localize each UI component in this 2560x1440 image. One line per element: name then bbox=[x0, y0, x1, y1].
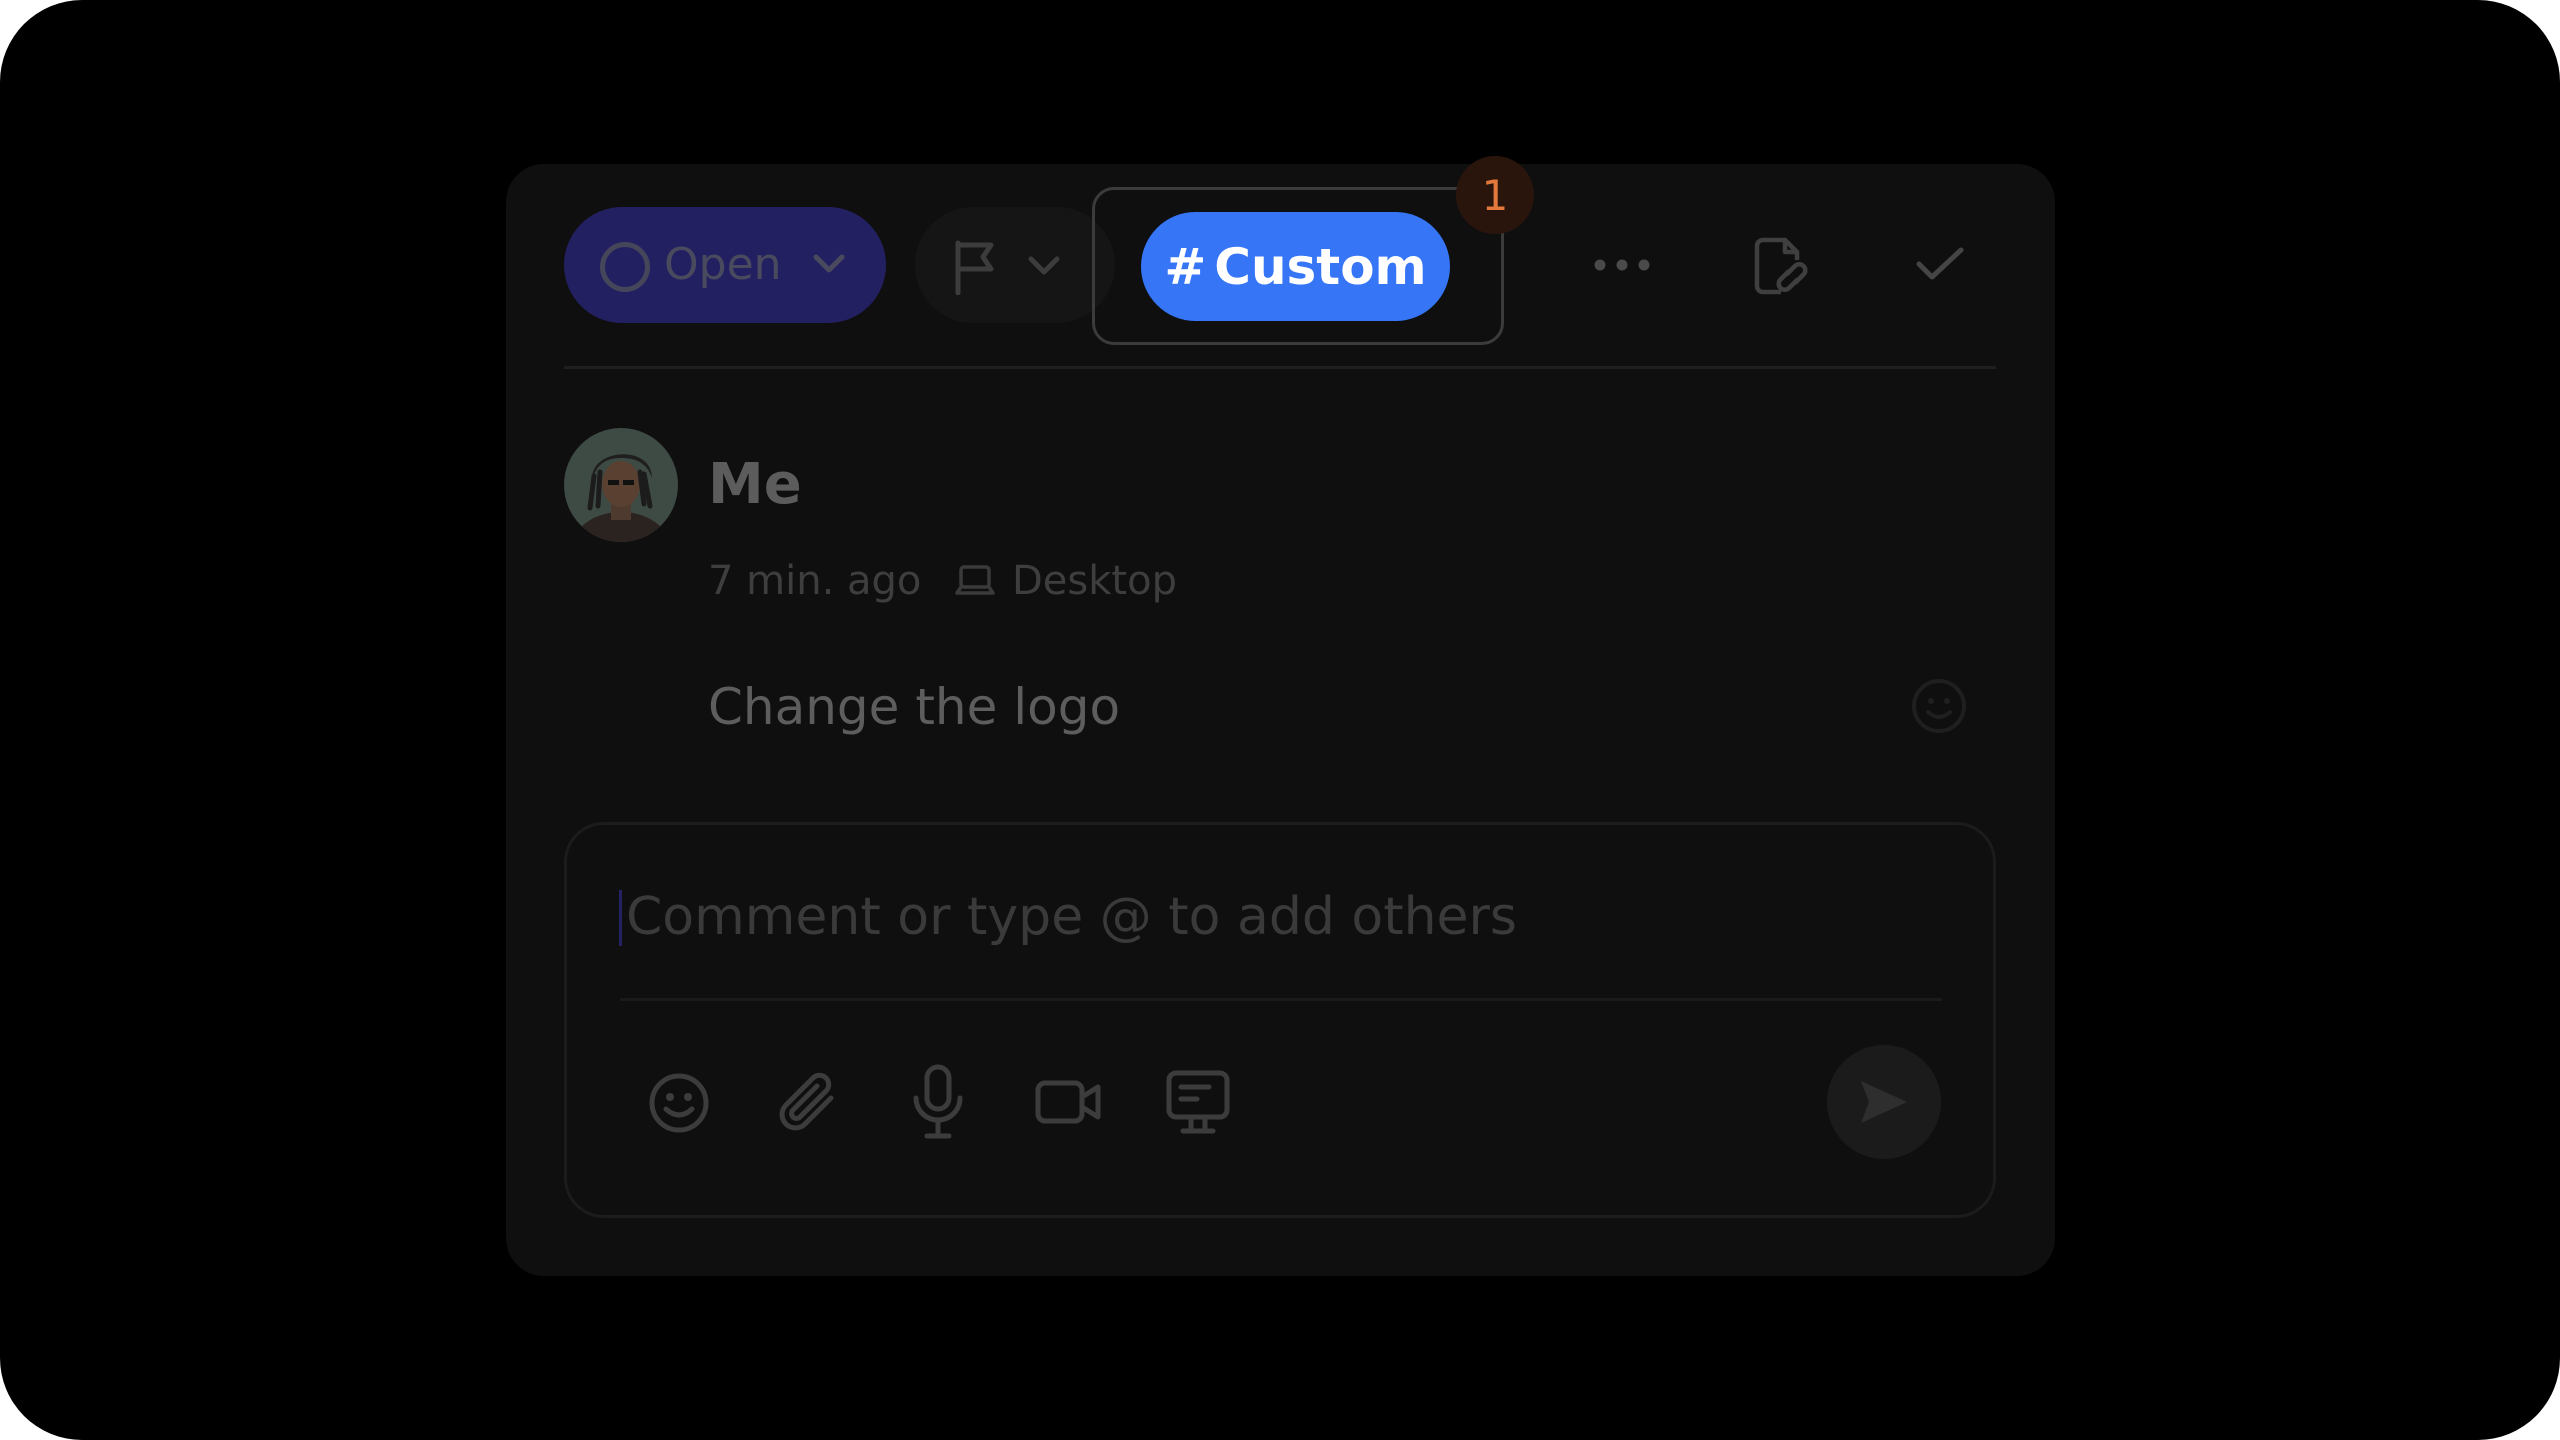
status-dropdown[interactable]: Open bbox=[564, 207, 886, 323]
microphone-icon[interactable] bbox=[911, 1064, 965, 1140]
comment-author: Me bbox=[708, 452, 802, 517]
composer-divider bbox=[620, 998, 1942, 1001]
emoji-icon[interactable] bbox=[647, 1071, 711, 1135]
custom-label: Custom bbox=[1214, 237, 1427, 296]
chevron-down-icon bbox=[1028, 256, 1060, 275]
step-badge: 1 bbox=[1456, 156, 1534, 234]
check-icon[interactable] bbox=[1915, 244, 1965, 284]
flag-icon bbox=[955, 240, 994, 295]
chevron-down-icon bbox=[813, 254, 845, 273]
avatar bbox=[564, 428, 678, 542]
attachment-icon[interactable] bbox=[775, 1068, 841, 1136]
comment-time: 7 min. ago bbox=[708, 558, 922, 604]
status-label: Open bbox=[664, 239, 782, 290]
send-button[interactable] bbox=[1827, 1045, 1941, 1159]
comment-text: Change the logo bbox=[708, 678, 1121, 736]
laptop-icon bbox=[955, 565, 995, 595]
comment-device: Desktop bbox=[1012, 558, 1177, 604]
video-icon[interactable] bbox=[1034, 1077, 1104, 1127]
comment-input[interactable] bbox=[626, 880, 1926, 954]
hash-icon: # bbox=[1164, 237, 1207, 296]
custom-field-button[interactable]: # Custom bbox=[1141, 212, 1450, 321]
send-icon bbox=[1861, 1081, 1907, 1123]
text-caret bbox=[619, 890, 622, 946]
more-icon[interactable] bbox=[1592, 250, 1652, 280]
priority-dropdown[interactable] bbox=[915, 207, 1115, 323]
toolbar-divider bbox=[564, 366, 1996, 369]
reaction-icon[interactable] bbox=[1909, 676, 1969, 736]
screen-icon[interactable] bbox=[1165, 1069, 1231, 1137]
circle-status-icon bbox=[600, 242, 650, 292]
device-frame: Open # Custom 1 Me 7 min. ago Desktop Ch… bbox=[0, 0, 2560, 1440]
link-file-icon[interactable] bbox=[1753, 236, 1811, 296]
